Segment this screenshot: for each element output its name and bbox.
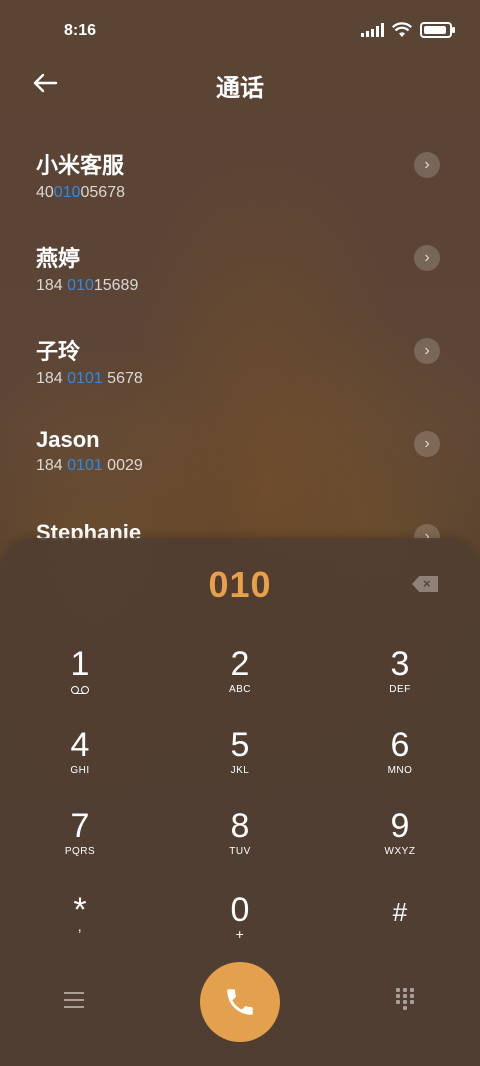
dialed-number: 010 <box>208 564 272 605</box>
contact-number: 184 0101 5678 <box>36 370 143 387</box>
wifi-icon <box>392 22 412 37</box>
key-3[interactable]: 3 DEF <box>345 646 455 695</box>
contact-number: 184 01015689 <box>36 277 139 294</box>
contact-name: Jason <box>36 427 100 452</box>
key-7[interactable]: 7 PQRS <box>25 808 135 857</box>
key-hash[interactable]: # <box>345 892 455 932</box>
status-time: 8:16 <box>64 22 97 39</box>
contact-item[interactable]: Stephanie › <box>0 512 480 540</box>
key-0[interactable]: 0 + <box>185 892 295 942</box>
keypad-icon[interactable] <box>396 988 416 1010</box>
key-star[interactable]: * , <box>25 892 135 934</box>
contact-item[interactable]: 子玲 184 0101 5678 › <box>0 326 480 419</box>
chevron-right-icon[interactable]: › <box>414 431 440 457</box>
voicemail-icon <box>71 686 89 694</box>
chevron-right-icon[interactable]: › <box>414 245 440 271</box>
app-header: 通话 <box>0 60 480 106</box>
contact-item[interactable]: 小米客服 4001005678 › <box>0 140 480 233</box>
key-5[interactable]: 5 JKL <box>185 727 295 776</box>
key-2[interactable]: 2 ABC <box>185 646 295 695</box>
contact-number: 184 0101 0029 <box>36 457 143 474</box>
menu-icon[interactable] <box>64 992 84 1013</box>
key-4[interactable]: 4 GHI <box>25 727 135 776</box>
key-8[interactable]: 8 TUV <box>185 808 295 857</box>
chevron-right-icon[interactable]: › <box>414 152 440 178</box>
contact-name: 燕婷 <box>36 246 81 271</box>
battery-icon <box>420 22 455 38</box>
contact-item[interactable]: 燕婷 184 01015689 › <box>0 233 480 326</box>
key-1[interactable]: 1 <box>25 646 135 694</box>
contact-name: 子玲 <box>36 339 81 364</box>
contact-name: 小米客服 <box>36 153 125 178</box>
contact-number: 4001005678 <box>36 184 125 201</box>
status-icons <box>361 22 455 38</box>
contact-results-list: 小米客服 4001005678 › 燕婷 184 01015689 › 子玲 1… <box>0 140 480 540</box>
phone-icon <box>227 989 253 1015</box>
call-button[interactable] <box>200 962 280 1042</box>
signal-icon <box>361 23 384 37</box>
status-bar: 8:16 <box>0 0 480 60</box>
key-6[interactable]: 6 MNO <box>345 727 455 776</box>
page-title: 通话 <box>216 75 264 102</box>
dialpad-panel: 010 × 1 2 ABC 3 DEF 4 GHI 5 JKL 6 MNO 7 … <box>0 538 480 1066</box>
contact-item[interactable]: Jason 184 0101 0029 › <box>0 419 480 512</box>
chevron-right-icon[interactable]: › <box>414 338 440 364</box>
key-9[interactable]: 9 WXYZ <box>345 808 455 857</box>
